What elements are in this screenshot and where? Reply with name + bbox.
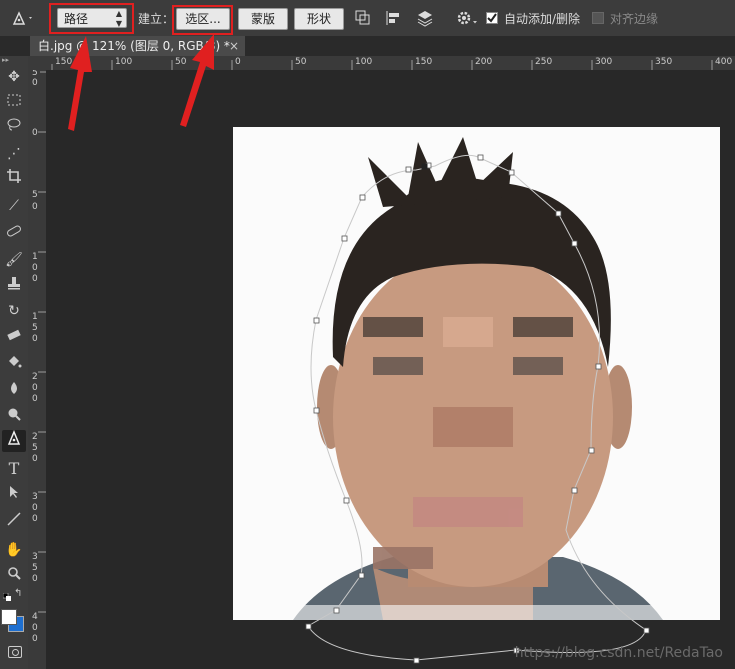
panel-collapse-icon[interactable]: ▸▸: [2, 56, 26, 64]
close-icon[interactable]: ×: [229, 36, 239, 56]
h-ruler-label: 50: [295, 57, 307, 67]
align-edges-label: 对齐边缘: [610, 12, 659, 26]
paint-bucket-icon[interactable]: [0, 354, 28, 376]
dodge-icon[interactable]: [0, 406, 28, 428]
v-ruler-label: 3 0 0: [32, 492, 38, 524]
document-tab-title: 白.jpg @ 121% (图层 0, RGB/8) *: [38, 39, 230, 53]
hand-icon[interactable]: ✋: [0, 539, 28, 561]
stamp-icon[interactable]: [0, 275, 28, 297]
lasso-icon[interactable]: [0, 116, 28, 138]
v-ruler-label: 3 5 0: [32, 552, 38, 584]
h-ruler-label: 50: [175, 57, 187, 67]
v-ruler-label: 5: [32, 70, 38, 78]
v-ruler-label: 2 5 0: [32, 432, 38, 464]
h-ruler-label: 150: [55, 57, 73, 67]
h-ruler-label: 0: [235, 57, 241, 67]
foreground-color-swatch[interactable]: [1, 609, 17, 625]
document-tab[interactable]: 白.jpg @ 121% (图层 0, RGB/8) * ×: [30, 36, 245, 56]
v-ruler-label: 5: [32, 190, 38, 200]
crop-icon[interactable]: [0, 168, 28, 190]
horizontal-ruler: 150 100 50 0 50 100 150 200 250 300 350 …: [46, 56, 735, 71]
path-operations-icon[interactable]: [354, 9, 372, 27]
auto-add-delete-checkbox[interactable]: [486, 12, 498, 24]
path-arrangement-icon[interactable]: [414, 8, 436, 28]
h-ruler-label: 300: [595, 57, 613, 67]
eraser-icon[interactable]: [0, 326, 28, 348]
make-label: 建立：: [138, 12, 175, 26]
align-edges-checkbox[interactable]: [592, 12, 604, 24]
healing-icon[interactable]: [0, 222, 28, 244]
move-icon[interactable]: ✥: [0, 66, 28, 88]
pen-tool-icon[interactable]: [8, 8, 34, 28]
v-ruler-label: 0: [32, 128, 38, 138]
line-icon[interactable]: [0, 511, 28, 533]
marquee-icon[interactable]: [0, 91, 28, 113]
annotation-box-mode: [49, 3, 134, 34]
v-ruler-label: 1 5 0: [32, 312, 38, 344]
swap-colors-icon[interactable]: ↰: [14, 588, 22, 599]
v-ruler-label: 2 0 0: [32, 372, 38, 404]
document-tab-bar: 白.jpg @ 121% (图层 0, RGB/8) * ×: [0, 36, 735, 56]
v-ruler-label: 4 0 0: [32, 612, 38, 644]
v-ruler-label: 1 0 0: [32, 252, 38, 284]
quick-mask-icon[interactable]: [8, 646, 22, 658]
magic-wand-icon[interactable]: ⋰: [0, 143, 28, 165]
h-ruler-label: 150: [415, 57, 433, 67]
document-canvas[interactable]: https://blog.csdn.net/RedaTao: [46, 70, 735, 669]
h-ruler-label: 200: [475, 57, 493, 67]
ruler-corner: [28, 56, 46, 70]
shape-button[interactable]: 形状: [294, 8, 344, 30]
h-ruler-label: 100: [115, 57, 133, 67]
mask-button-label: 蒙版: [250, 12, 275, 26]
shape-button-label: 形状: [306, 12, 331, 26]
zoom-icon[interactable]: [0, 565, 28, 587]
tools-panel: ▸▸ ✥ ⋰ ⟋ 🖌 ↻ T ✋ ↰: [0, 56, 29, 669]
brush-icon[interactable]: 🖌: [0, 249, 28, 271]
watermark: https://blog.csdn.net/RedaTao: [514, 645, 723, 661]
work-path: [305, 154, 650, 664]
h-ruler-label: 250: [535, 57, 553, 67]
default-colors-icon[interactable]: [2, 590, 11, 601]
v-ruler-label: 0: [32, 202, 38, 212]
path-alignment-icon[interactable]: [384, 9, 402, 27]
type-icon[interactable]: T: [0, 458, 28, 480]
mask-button[interactable]: 蒙版: [238, 8, 288, 30]
gear-icon[interactable]: [455, 9, 479, 27]
pen-icon[interactable]: [0, 430, 28, 452]
h-ruler-label: 100: [355, 57, 373, 67]
eyedropper-icon[interactable]: ⟋: [0, 195, 28, 217]
history-brush-icon[interactable]: ↻: [0, 300, 28, 322]
options-bar: 路径 ▲ ▼ 建立： 选区... 蒙版 形状 自动添加/删除 对齐边缘: [0, 0, 735, 37]
path-select-icon[interactable]: [0, 484, 28, 506]
h-ruler-label: 350: [655, 57, 673, 67]
annotation-box-selection: [172, 5, 233, 35]
auto-add-delete-label: 自动添加/删除: [504, 12, 581, 26]
blur-icon[interactable]: [0, 380, 28, 402]
vertical-ruler: 5 0 0 5 0 1 0 0 1 5 0 2 0 0 2 5 0 3 0 0 …: [28, 70, 47, 669]
h-ruler-label: 400: [715, 57, 733, 67]
v-ruler-label: 0: [32, 78, 38, 88]
